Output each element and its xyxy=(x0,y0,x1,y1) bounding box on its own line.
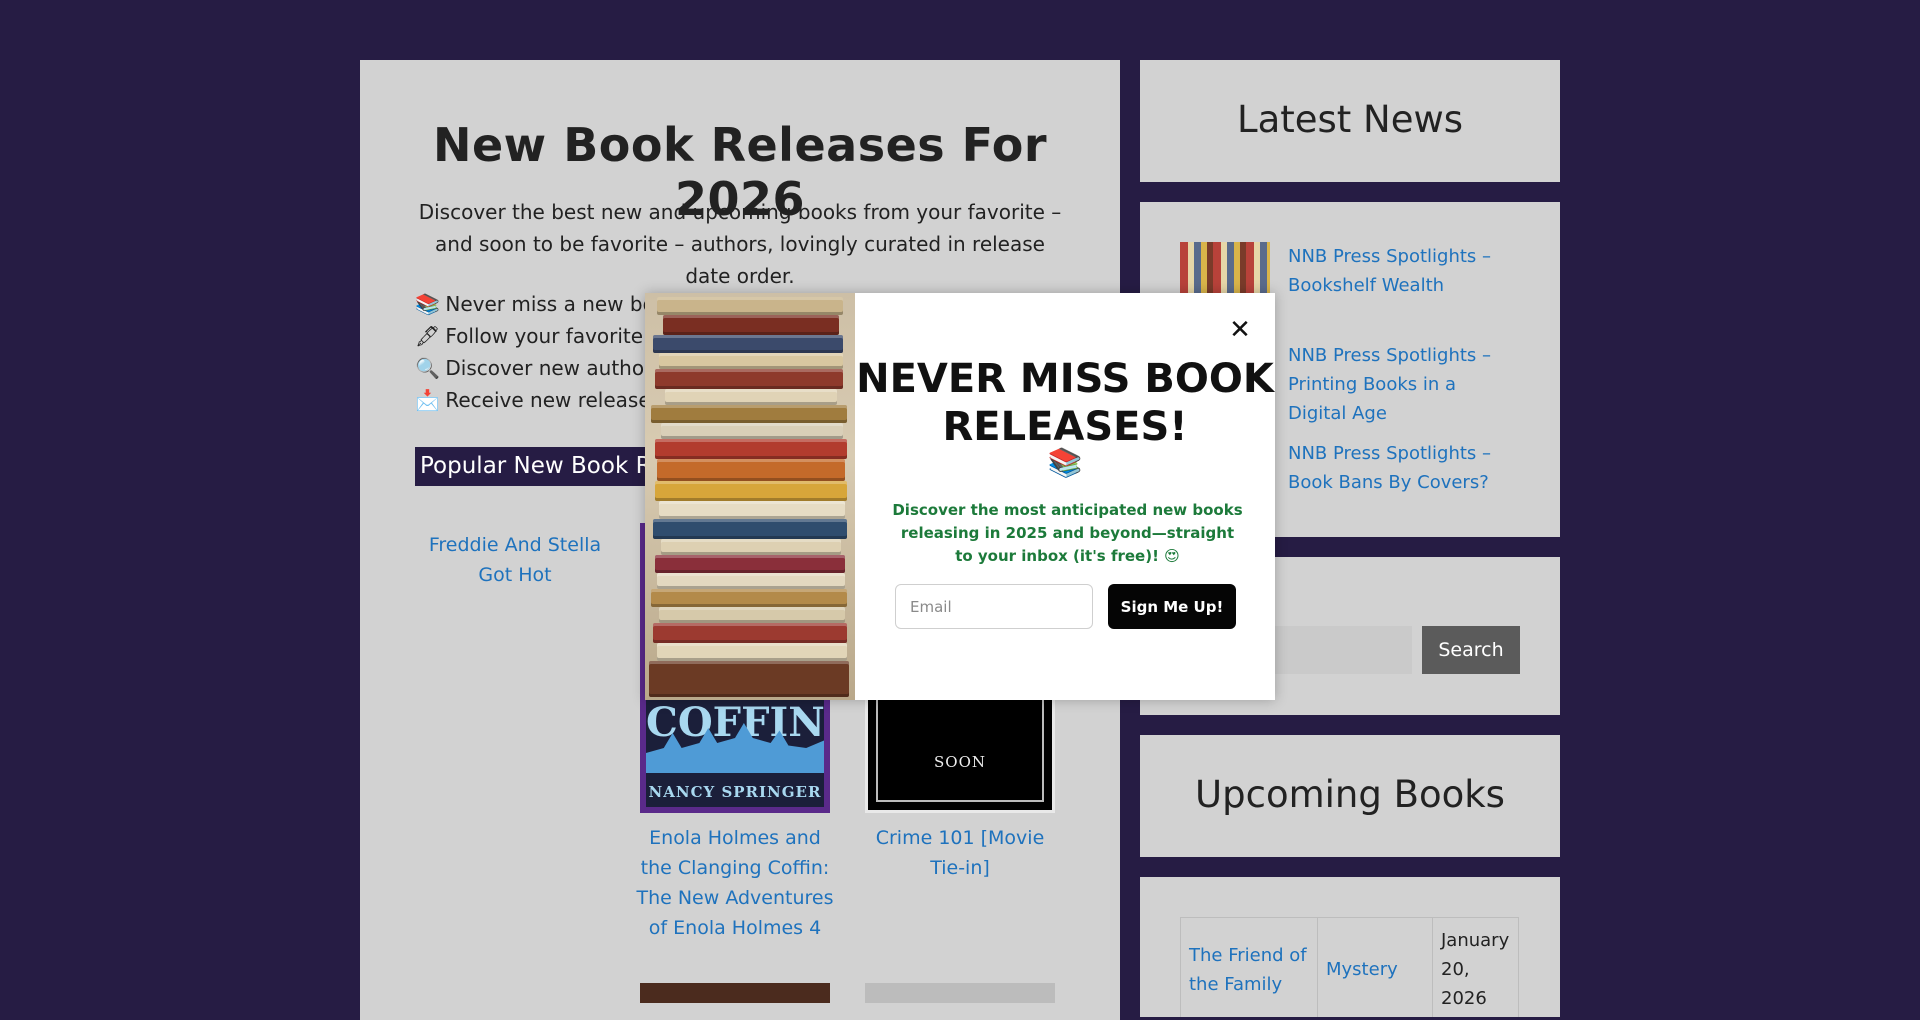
upcoming-book-link[interactable]: The Friend of the Family xyxy=(1189,945,1307,995)
books-icon: 📚 xyxy=(1047,446,1083,479)
email-field[interactable] xyxy=(895,584,1093,629)
search-button[interactable]: Search xyxy=(1422,626,1520,674)
feature-list: 📚 Never miss a new book 🖋 Follow your fa… xyxy=(415,288,682,416)
news-thumbnail[interactable] xyxy=(1180,242,1270,299)
book-link-freddie-and-stella[interactable]: Freddie And Stella Got Hot xyxy=(415,530,615,590)
feature-item: 🔍 Discover new authors xyxy=(415,352,682,384)
books-icon: 📚 xyxy=(415,292,440,316)
upcoming-books-widget: The Friend of the Family Mystery January… xyxy=(1140,877,1560,1017)
feature-item: 🖋 Follow your favorite aut xyxy=(415,320,682,352)
table-row: The Friend of the Family Mystery January… xyxy=(1180,917,1519,1017)
feature-text: Discover new authors xyxy=(445,356,663,380)
news-link-book-bans[interactable]: NNB Press Spotlights – Book Bans By Cove… xyxy=(1288,439,1508,497)
feature-item: 📩 Receive new releases e xyxy=(415,384,682,416)
newsletter-modal: ✕ NEVER MISS BOOK RELEASES! 📚 Discover t… xyxy=(645,293,1275,700)
cover-soon-text: SOON xyxy=(934,753,986,771)
news-link-printing-books[interactable]: NNB Press Spotlights – Printing Books in… xyxy=(1288,341,1508,428)
modal-subtext: Discover the most anticipated new books … xyxy=(892,501,1243,565)
envelope-icon: 📩 xyxy=(415,388,440,412)
book-cover-next-1[interactable] xyxy=(640,983,830,1003)
magnifier-icon: 🔍 xyxy=(415,356,440,380)
sign-up-button[interactable]: Sign Me Up! xyxy=(1108,584,1236,629)
book-stack-image xyxy=(645,293,855,700)
book-cover-next-2[interactable] xyxy=(865,983,1055,1003)
latest-news-title-widget: Latest News xyxy=(1140,60,1560,182)
upcoming-books-title-widget: Upcoming Books xyxy=(1140,735,1560,857)
upcoming-books-title: Upcoming Books xyxy=(1195,773,1505,816)
intro-text: Discover the best new and upcoming books… xyxy=(418,200,1062,288)
latest-news-title: Latest News xyxy=(1236,98,1464,141)
upcoming-books-table: The Friend of the Family Mystery January… xyxy=(1180,917,1519,1017)
news-link-bookshelf-wealth[interactable]: NNB Press Spotlights – Bookshelf Wealth xyxy=(1288,242,1508,300)
feature-item: 📚 Never miss a new book xyxy=(415,288,682,320)
pen-icon: 🖋 xyxy=(415,324,441,348)
upcoming-genre-link[interactable]: Mystery xyxy=(1326,959,1398,980)
book-link-crime-101[interactable]: Crime 101 [Movie Tie-in] xyxy=(860,823,1060,883)
close-icon[interactable]: ✕ xyxy=(1225,315,1255,345)
book-link-enola-holmes[interactable]: Enola Holmes and the Clanging Coffin: Th… xyxy=(635,823,835,943)
feature-text: Never miss a new book xyxy=(445,292,679,316)
upcoming-release-date: January 20, 2026 xyxy=(1432,917,1519,1017)
cover-author-text: NANCY SPRINGER xyxy=(648,783,822,801)
modal-heading: NEVER MISS BOOK RELEASES! xyxy=(856,356,1274,450)
